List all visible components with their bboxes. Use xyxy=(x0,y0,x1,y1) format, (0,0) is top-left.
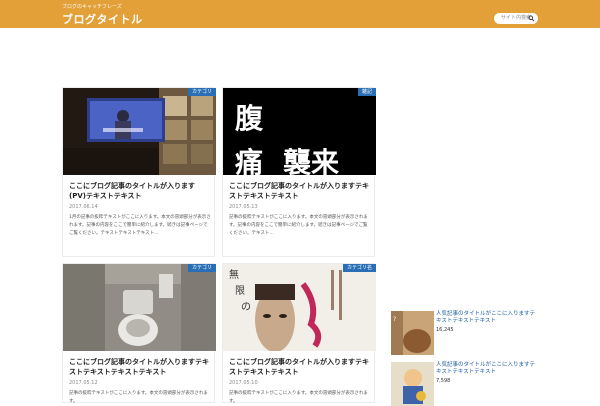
thumbnail-image xyxy=(63,88,216,175)
thumb-text-3: の xyxy=(241,302,251,313)
category-badge[interactable]: カテゴリ名 xyxy=(342,264,376,272)
post-thumbnail[interactable]: カテゴリ xyxy=(63,264,216,351)
site-header: ブログのキャッチフレーズ ブログタイトル サイト内検索 xyxy=(0,0,600,28)
search-placeholder: サイト内検索 xyxy=(501,15,532,21)
post-thumbnail[interactable]: 無 限 の カテゴリ名 xyxy=(223,264,376,351)
post-card[interactable]: 無 限 の カテゴリ名 ここにブログ記事のタイトルが入りますテキストテキストテキ… xyxy=(222,263,376,404)
thumb-text-1: 腹 xyxy=(235,102,264,135)
popular-post-thumbnail[interactable] xyxy=(391,362,434,406)
post-excerpt: 記事の抜粋テキストがここに入ります。本文の冒頭部分が表示されます。 xyxy=(69,391,208,404)
popular-post-item[interactable]: 人気記事のタイトルがここに入りますテキストテキストテキスト 7,598 xyxy=(391,362,541,406)
search-icon[interactable] xyxy=(528,15,535,22)
thumbnail-image: 無 限 の xyxy=(223,264,376,351)
post-date: 2017.06.14 xyxy=(69,204,98,210)
site-title[interactable]: ブログタイトル xyxy=(62,11,143,27)
popular-post-views: 7,598 xyxy=(436,378,451,384)
thumbnail-image xyxy=(391,362,434,406)
post-excerpt: 記事の抜粋テキストがここに入ります。本文の冒頭部分が表示されます。 xyxy=(229,391,368,404)
thumbnail-image: ? xyxy=(391,311,434,355)
post-title[interactable]: ここにブログ記事のタイトルが入りますテキストテキストテキストテキスト xyxy=(69,357,211,377)
category-badge[interactable]: カテゴリ xyxy=(187,88,216,96)
post-card[interactable]: カテゴリ ここにブログ記事のタイトルが入りますテキストテキストテキストテキスト … xyxy=(62,263,216,404)
search-input[interactable]: サイト内検索 xyxy=(494,13,538,24)
thumbnail-image xyxy=(63,264,216,351)
post-thumbnail[interactable]: 腹 痛 襲来 雑記 xyxy=(223,88,376,175)
post-thumbnail[interactable]: カテゴリ xyxy=(63,88,216,175)
thumb-text-1: 無 xyxy=(229,268,239,281)
post-excerpt: 記事の抜粋テキストがここに入ります。本文の冒頭部分が表示されます。記事の内容をこ… xyxy=(229,215,368,236)
post-title[interactable]: ここにブログ記事のタイトルが入りますテキストテキストテキスト xyxy=(229,357,371,377)
category-badge[interactable]: 雑記 xyxy=(357,88,376,96)
post-excerpt: 1月の記事の抜粋テキストがここに入ります。本文の冒頭部分が表示されます。記事の内… xyxy=(69,215,211,236)
post-date: 2017.05.12 xyxy=(69,380,98,386)
post-card[interactable]: カテゴリ ここにブログ記事のタイトルが入ります(PV)テキストテキスト 2017… xyxy=(62,87,216,257)
site-tagline: ブログのキャッチフレーズ xyxy=(62,4,122,10)
post-date: 2017.05.10 xyxy=(229,380,258,386)
popular-post-title[interactable]: 人気記事のタイトルがここに入りますテキストテキストテキスト xyxy=(436,362,540,376)
thumbnail-image: 腹 痛 襲来 xyxy=(223,88,376,175)
post-title[interactable]: ここにブログ記事のタイトルが入りますテキストテキストテキスト xyxy=(229,181,371,201)
category-badge[interactable]: カテゴリ xyxy=(187,264,216,272)
thumb-text-2: 痛 xyxy=(235,146,263,175)
post-date: 2017.05.13 xyxy=(229,204,258,210)
popular-post-title[interactable]: 人気記事のタイトルがここに入りますテキストテキストテキスト xyxy=(436,311,540,325)
popular-post-views: 16,245 xyxy=(436,327,454,333)
popular-post-thumbnail[interactable]: ? xyxy=(391,311,434,355)
thumb-text-2: 限 xyxy=(235,285,245,297)
post-card[interactable]: 腹 痛 襲来 雑記 ここにブログ記事のタイトルが入りますテキストテキストテキスト… xyxy=(222,87,376,257)
thumb-text-3: 襲来 xyxy=(283,146,339,175)
svg-text:?: ? xyxy=(393,316,396,323)
popular-post-item[interactable]: ? 人気記事のタイトルがここに入りますテキストテキストテキスト 16,245 xyxy=(391,311,541,355)
post-title[interactable]: ここにブログ記事のタイトルが入ります(PV)テキストテキスト xyxy=(69,181,211,201)
